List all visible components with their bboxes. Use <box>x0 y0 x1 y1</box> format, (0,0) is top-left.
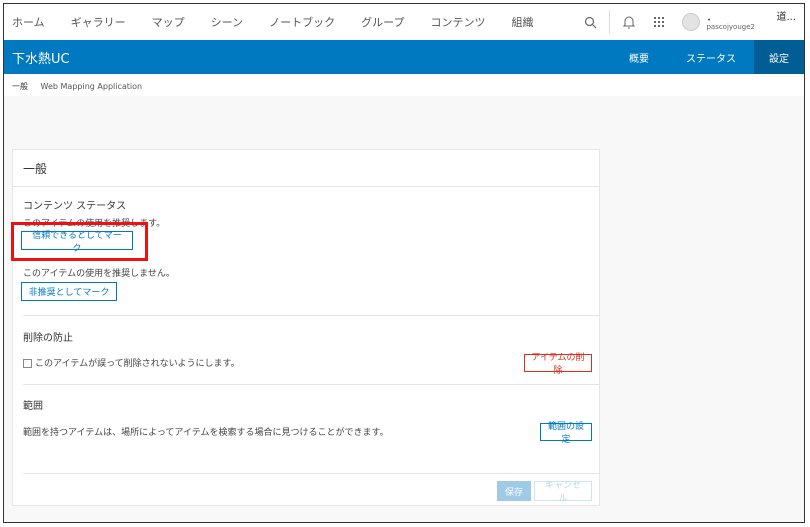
set-extent-button[interactable]: 範囲の設定 <box>540 422 592 445</box>
item-title: 下水熱UC <box>12 51 70 67</box>
search-icon[interactable] <box>579 4 601 40</box>
breadcrumb-section: 一般 <box>12 82 28 91</box>
save-button[interactable]: 保存 <box>497 481 531 501</box>
not-recommend-text: このアイテムの使用を推奨しません。 <box>23 269 175 279</box>
bell-icon[interactable] <box>618 4 640 40</box>
tab-overview[interactable]: 概要 <box>610 40 668 74</box>
apps-grid-icon[interactable] <box>648 4 670 40</box>
extent-heading: 範囲 <box>23 401 43 412</box>
tab-status[interactable]: ステータス <box>668 40 754 74</box>
top-navigation: ホーム ギャラリー マップ シーン ノートブック グループ コンテンツ 組織 ・… <box>4 4 804 41</box>
item-tabs: 概要 ステータス 設定 <box>610 40 804 74</box>
nav-home[interactable]: ホーム <box>12 14 45 30</box>
breadcrumb: 一般 Web Mapping Application <box>12 81 142 92</box>
section-divider <box>23 384 599 385</box>
panel-title: 一般 <box>23 162 48 176</box>
cancel-button[interactable]: キャンセル <box>534 481 592 504</box>
delete-item-button[interactable]: アイテムの削除 <box>524 353 592 376</box>
nav-scene[interactable]: シーン <box>211 14 243 30</box>
nav-organization[interactable]: 組織 <box>511 14 533 30</box>
mark-deprecated-button[interactable]: 非推奨としてマーク <box>21 282 117 301</box>
section-divider <box>23 315 599 316</box>
delete-protection-checkbox[interactable] <box>23 359 32 368</box>
nav-groups[interactable]: グループ <box>361 14 404 30</box>
tab-settings[interactable]: 設定 <box>754 40 804 74</box>
delete-protection-heading: 削除の防止 <box>23 333 73 344</box>
panel-title-divider <box>13 186 599 187</box>
user-avatar[interactable] <box>682 13 701 31</box>
app-window: ホーム ギャラリー マップ シーン ノートブック グループ コンテンツ 組織 ・… <box>3 3 805 523</box>
footer-divider <box>23 473 599 474</box>
breadcrumb-item-type: Web Mapping Application <box>40 82 143 91</box>
nav-map[interactable]: マップ <box>152 14 185 30</box>
extent-text: 範囲を持つアイテムは、場所によってアイテムを検索する場合に見つけることができます… <box>23 428 389 438</box>
nav-gallery[interactable]: ギャラリー <box>71 14 126 30</box>
general-settings-panel: 一般 コンテンツ ステータス このアイテムの使用を推奨します。 信頼できるとして… <box>11 149 600 506</box>
delete-protection-label: このアイテムが誤って削除されないようにします。 <box>35 359 240 369</box>
topnav-right: ・ pascojyouge2 道... <box>571 4 804 40</box>
nav-notebook[interactable]: ノートブック <box>269 14 335 30</box>
user-menu[interactable]: ・ pascojyouge2 <box>704 7 766 37</box>
mark-trusted-button[interactable]: 信頼できるとしてマーク <box>21 231 133 254</box>
user-username: pascojyouge2 <box>706 23 755 31</box>
item-header-bar: 下水熱UC 概要 ステータス 設定 <box>4 40 804 74</box>
nav-content[interactable]: コンテンツ <box>430 14 485 30</box>
content-status-heading: コンテンツ ステータス <box>23 201 127 212</box>
nav-divider <box>609 10 611 34</box>
user-truncated-label[interactable]: 道... <box>776 8 796 23</box>
